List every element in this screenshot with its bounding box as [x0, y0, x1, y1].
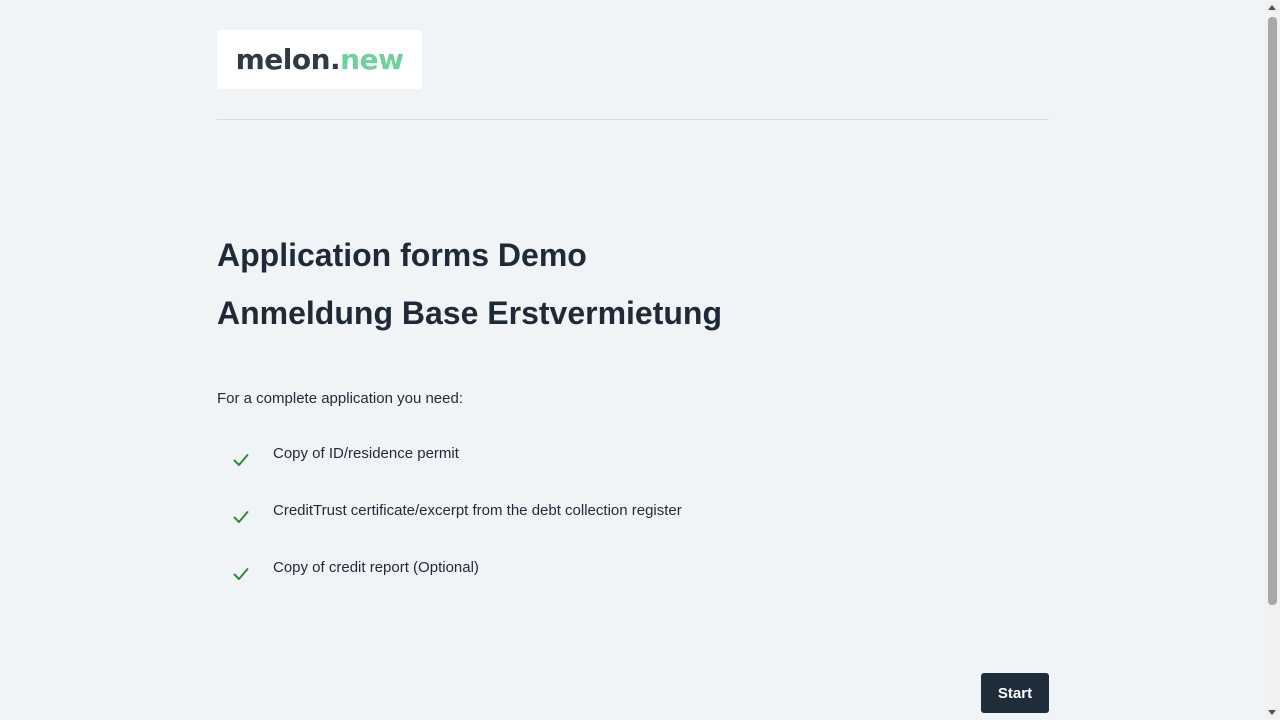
- logo-main: melon.: [235, 43, 341, 76]
- page: melon.new Application forms Demo Anmeldu…: [0, 0, 1280, 720]
- check-icon: [233, 511, 249, 523]
- scroll-thumb[interactable]: [1268, 17, 1277, 605]
- scroll-up-arrow-icon[interactable]: [1268, 5, 1276, 10]
- logo[interactable]: melon.new: [217, 30, 422, 89]
- list-item: Copy of ID/residence permit: [217, 440, 1049, 497]
- list-item: CreditTrust certificate/excerpt from the…: [217, 497, 1049, 554]
- vertical-scrollbar[interactable]: [1265, 0, 1280, 720]
- logo-accent: new: [340, 43, 404, 76]
- check-icon: [233, 454, 249, 466]
- list-item: Copy of credit report (Optional): [217, 554, 1049, 611]
- logo-text: melon.new: [236, 43, 404, 76]
- page-title: Application forms Demo: [217, 237, 587, 273]
- requirement-label: CreditTrust certificate/excerpt from the…: [273, 502, 682, 519]
- requirement-label: Copy of ID/residence permit: [273, 445, 459, 462]
- requirements-list: Copy of ID/residence permit CreditTrust …: [217, 440, 1049, 611]
- page-subtitle: Anmeldung Base Erstvermietung: [217, 295, 722, 331]
- main-content: melon.new Application forms Demo Anmeldu…: [217, 0, 1049, 720]
- header-divider: [217, 119, 1049, 120]
- scroll-down-arrow-icon[interactable]: [1268, 710, 1276, 715]
- start-button[interactable]: Start: [981, 673, 1049, 713]
- requirements-intro: For a complete application you need:: [217, 390, 463, 407]
- check-icon: [233, 568, 249, 580]
- requirement-label: Copy of credit report (Optional): [273, 559, 479, 576]
